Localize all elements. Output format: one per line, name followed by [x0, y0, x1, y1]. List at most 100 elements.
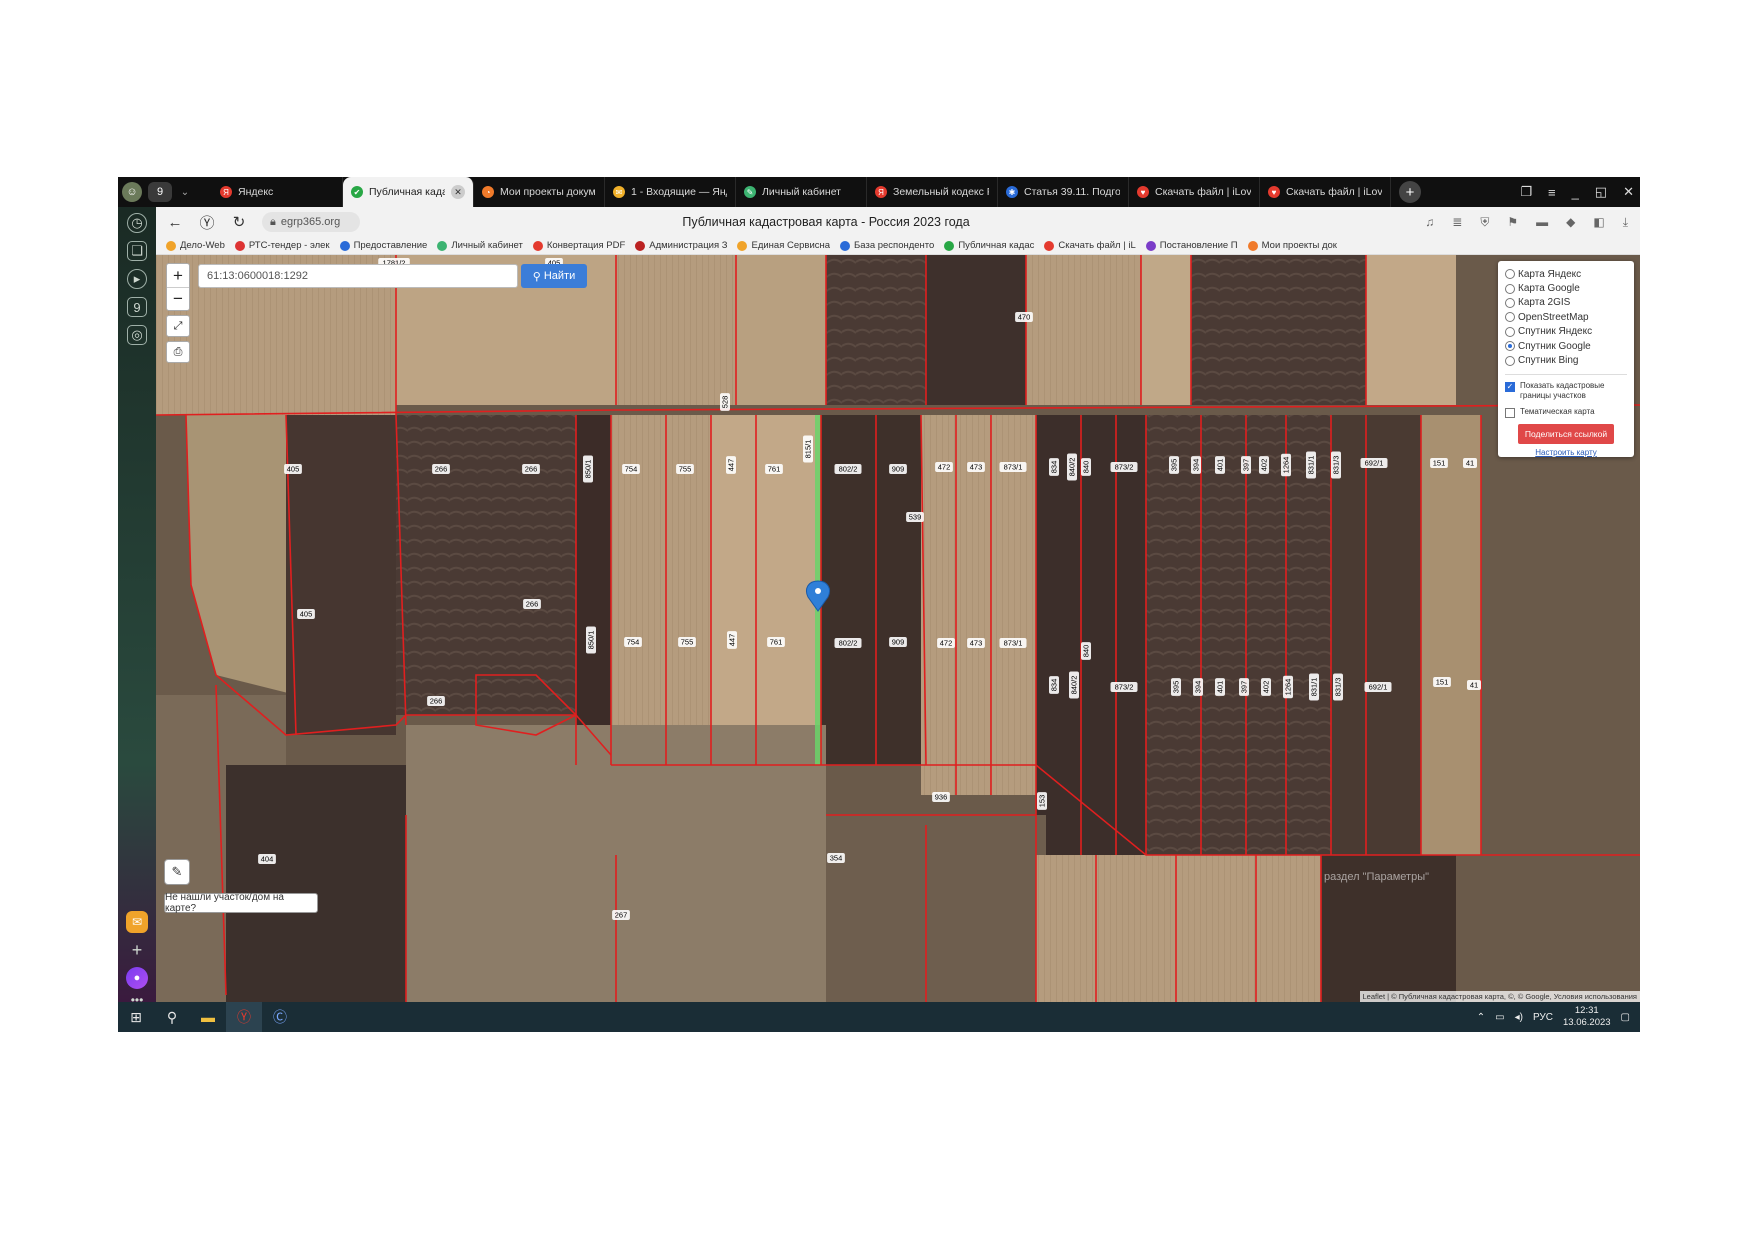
print-button[interactable]: ⎙: [166, 341, 190, 363]
tab-manager-icon[interactable]: ❐: [1520, 184, 1532, 200]
parcel-number: 831/3: [1332, 456, 1341, 475]
bookmark-label: РТС-тендер - элек: [248, 240, 330, 251]
show-boundaries-checkbox[interactable]: ✓ Показать кадастровые границы участков: [1505, 381, 1627, 401]
extension3-icon[interactable]: ◧: [1593, 215, 1604, 229]
video-icon[interactable]: ▸: [127, 269, 147, 289]
file-explorer-icon[interactable]: ▬: [190, 1002, 226, 1032]
bookmark-icon[interactable]: ⚑: [1507, 215, 1518, 229]
window-controls: ❐ ≡ _ ◱ ✕: [1520, 177, 1634, 207]
notifications-icon[interactable]: ▢: [1621, 1012, 1630, 1023]
windows-start-icon[interactable]: ⊞: [118, 1002, 154, 1032]
layer-option[interactable]: OpenStreetMap: [1505, 310, 1627, 324]
bookmark-item[interactable]: База респонденто: [840, 240, 934, 251]
bookmark-label: Дело-Web: [180, 240, 225, 251]
fullscreen-button[interactable]: ⤢: [166, 315, 190, 337]
bookmark-item[interactable]: Публичная кадас: [944, 240, 1034, 251]
tray-expand-icon[interactable]: ⌃: [1477, 1012, 1485, 1023]
browser-tab[interactable]: ✎ Личный кабинет: [736, 177, 867, 207]
browser-tab[interactable]: ♥ Скачать файл | iLove: [1129, 177, 1260, 207]
share-link-button[interactable]: Поделиться ссылкой: [1518, 423, 1614, 444]
layer-option[interactable]: Спутник Яндекс: [1505, 325, 1627, 339]
satellite-map-layer[interactable]: 405 266 266 850/1 754 755 447 761 815/1 802/2 909 4…: [156, 255, 1640, 1002]
bookmark-item[interactable]: Дело-Web: [166, 240, 225, 251]
headphones-icon[interactable]: ♫: [1425, 215, 1434, 229]
browser-tab[interactable]: Я Земельный кодекс Р: [867, 177, 998, 207]
yandex-icon[interactable]: Ⓨ: [194, 209, 220, 235]
search-icon[interactable]: ⚲: [154, 1002, 190, 1032]
bookmark-item[interactable]: Личный кабинет: [437, 240, 523, 251]
parcel-label: 405: [284, 464, 302, 474]
bookmark-item[interactable]: Мои проекты док: [1247, 240, 1337, 251]
collections-icon[interactable]: ❏: [127, 241, 147, 261]
browser-tab[interactable]: ✱ Статья 39.11. Подгот: [998, 177, 1129, 207]
bookmark-item[interactable]: Скачать файл | iL: [1044, 240, 1136, 251]
ruler-icon[interactable]: ✎: [164, 859, 190, 885]
bookmark-label: Единая Сервисна: [751, 240, 831, 251]
download-icon[interactable]: ⤓: [1623, 215, 1628, 230]
yandex-browser-icon[interactable]: Ⓨ: [226, 1002, 262, 1032]
url-field[interactable]: 🔒︎ egrp365.org: [262, 212, 360, 232]
layer-option[interactable]: Карта Яндекс: [1505, 267, 1627, 281]
bookmark-item[interactable]: РТС-тендер - элек: [234, 240, 330, 251]
close-icon[interactable]: ✕: [1623, 184, 1634, 200]
alice-icon[interactable]: ●: [126, 967, 148, 989]
protect-icon[interactable]: ⛨: [1480, 215, 1489, 230]
extension2-icon[interactable]: ◆: [1566, 215, 1575, 229]
cadastral-map[interactable]: 405 266 266 850/1 754 755 447 761 815/1 802/2 909 4…: [156, 255, 1640, 1002]
minimize-icon[interactable]: _: [1572, 185, 1579, 200]
zoom-out-button[interactable]: −: [167, 287, 189, 310]
parcel-number: 840: [1082, 461, 1091, 474]
add-icon[interactable]: +: [126, 939, 148, 961]
input-language[interactable]: РУС: [1533, 1012, 1553, 1023]
volume-icon[interactable]: ◂): [1515, 1012, 1523, 1023]
layer-option-label: Карта Яндекс: [1518, 268, 1582, 280]
clock[interactable]: 12:31 13.06.2023: [1563, 1005, 1611, 1029]
layer-option[interactable]: Карта 2GIS: [1505, 296, 1627, 310]
chevron-down-icon[interactable]: ⌄: [178, 187, 192, 198]
reload-icon[interactable]: ↻: [226, 209, 252, 235]
mail-icon[interactable]: ✉: [126, 911, 148, 933]
parcel-label: 831/3: [1333, 673, 1343, 701]
back-icon[interactable]: ←: [162, 209, 188, 235]
tab-favicon-icon: ✔: [351, 186, 363, 198]
nine-icon[interactable]: 9: [127, 297, 147, 317]
map-attribution[interactable]: Leaflet | © Публичная кадастровая карта,…: [1359, 991, 1640, 1002]
find-button-label: Найти: [543, 270, 576, 282]
layer-option[interactable]: Спутник Google: [1505, 339, 1627, 353]
parcel-number: 401: [1216, 681, 1225, 694]
browser-tab[interactable]: Я Яндекс: [212, 177, 343, 207]
parcel-number: 873/1: [1004, 463, 1023, 472]
screenshot-icon[interactable]: ◎: [127, 325, 147, 345]
app-icon[interactable]: Ⓒ: [262, 1002, 298, 1032]
menu-icon[interactable]: ≡: [1548, 185, 1556, 200]
restore-icon[interactable]: ◱: [1595, 184, 1607, 200]
thematic-map-checkbox[interactable]: Тематическая карта: [1505, 407, 1627, 418]
reader-icon[interactable]: ≣: [1452, 215, 1462, 229]
history-icon[interactable]: ◷: [127, 213, 147, 233]
tab-close-icon[interactable]: ✕: [451, 185, 465, 199]
parcel-number: 473: [970, 463, 983, 472]
tab-count-button[interactable]: 9: [148, 182, 172, 202]
bookmark-item[interactable]: Единая Сервисна: [737, 240, 830, 251]
browser-tab[interactable]: ◔ Мои проекты докум: [474, 177, 605, 207]
bookmark-item[interactable]: Предоставление: [339, 240, 427, 251]
layer-option[interactable]: Карта Google: [1505, 281, 1627, 295]
bookmark-item[interactable]: Постановление П: [1145, 240, 1238, 251]
cadastral-number-input[interactable]: [198, 264, 518, 288]
parcel-number: 815/1: [804, 440, 813, 459]
not-found-button[interactable]: Не нашли участок/дом на карте?: [164, 892, 318, 914]
layer-option[interactable]: Спутник Bing: [1505, 353, 1627, 367]
bookmark-item[interactable]: Администрация З: [635, 240, 727, 251]
extension-icon[interactable]: ▬: [1536, 215, 1548, 229]
zoom-in-button[interactable]: +: [167, 264, 189, 287]
bookmark-item[interactable]: Конвертация PDF: [532, 240, 625, 251]
configure-map-link[interactable]: Настроить карту: [1505, 448, 1627, 457]
browser-tab[interactable]: ♥ Скачать файл | iLove: [1260, 177, 1391, 207]
network-icon[interactable]: ▭: [1495, 1012, 1504, 1023]
browser-tab[interactable]: ✔ Публичная кадас ✕: [343, 177, 474, 207]
new-tab-button[interactable]: +: [1399, 181, 1421, 203]
browser-tab[interactable]: ✉ 1 - Входящие — Янд: [605, 177, 736, 207]
parcel-label: 472: [935, 462, 953, 472]
profile-avatar[interactable]: ☺: [122, 182, 142, 202]
find-button[interactable]: ⚲ Найти: [521, 264, 587, 288]
